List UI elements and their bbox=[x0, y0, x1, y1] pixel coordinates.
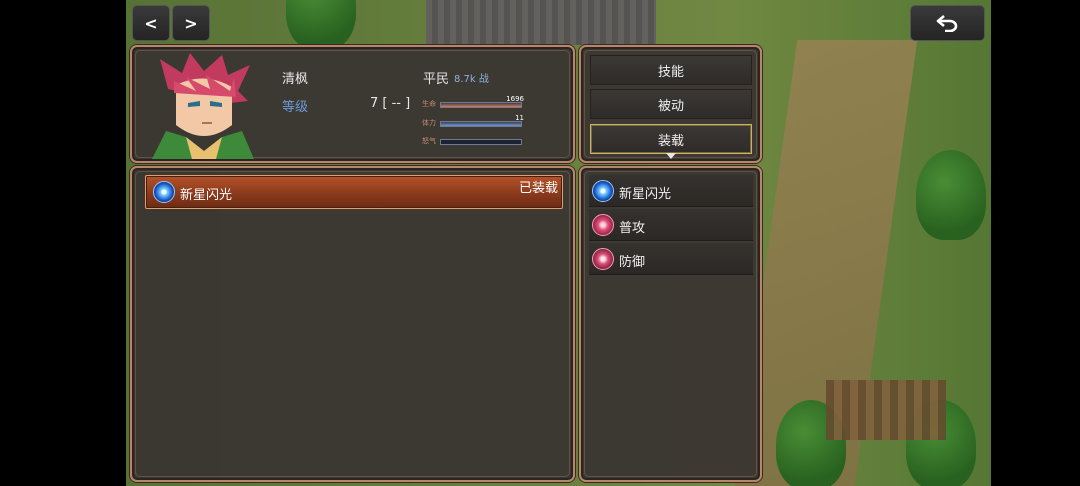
stat-label: 生命 bbox=[422, 100, 436, 108]
stamina-bar: 体力 11 bbox=[422, 114, 542, 131]
menu-panel: 技能 被动 装载 bbox=[579, 45, 762, 163]
tab-equip[interactable]: 装载 bbox=[590, 124, 752, 154]
skill-name: 普攻 bbox=[619, 221, 646, 236]
equipped-skill-row[interactable]: 新星闪光 已装载 bbox=[145, 175, 563, 209]
stat-value: 11 bbox=[515, 114, 524, 122]
equipped-skill-name: 新星闪光 bbox=[180, 188, 233, 203]
skill-list-panel: 新星闪光 普攻 防御 bbox=[579, 166, 762, 482]
nova-flash-icon bbox=[592, 180, 614, 202]
selected-caret-icon bbox=[666, 153, 676, 159]
stat-value: 1696 bbox=[506, 95, 524, 103]
equipped-status-badge: 已装载 bbox=[518, 181, 558, 196]
character-portrait bbox=[152, 53, 254, 159]
next-button[interactable]: > bbox=[172, 5, 210, 41]
equipped-list-panel: 新星闪光 已装载 bbox=[130, 166, 575, 482]
tab-passive[interactable]: 被动 bbox=[590, 89, 752, 119]
tab-skills[interactable]: 技能 bbox=[590, 55, 752, 85]
list-item[interactable]: 防御 bbox=[589, 243, 753, 275]
character-name: 清枫 bbox=[282, 72, 309, 87]
list-item[interactable]: 新星闪光 bbox=[589, 175, 753, 207]
prev-button[interactable]: < bbox=[132, 5, 170, 41]
back-button[interactable] bbox=[910, 5, 985, 41]
chevron-left-icon: < bbox=[144, 13, 158, 33]
basic-attack-icon bbox=[592, 214, 614, 236]
character-panel: 清枫 平民 8.7k 战 等级 7 [ -- ] 生命 1696 体力 11 怒… bbox=[130, 45, 575, 163]
rage-bar: 怒气 bbox=[422, 135, 542, 149]
defend-icon bbox=[592, 248, 614, 270]
stat-label: 体力 bbox=[422, 119, 436, 127]
hp-bar: 生命 1696 bbox=[422, 95, 542, 112]
combat-power: 8.7k 战 bbox=[454, 74, 489, 85]
character-title: 平民 bbox=[423, 72, 450, 87]
return-arrow-icon bbox=[936, 15, 957, 32]
level-label: 等级 bbox=[282, 100, 309, 115]
stamina-fill bbox=[441, 122, 521, 126]
hp-fill bbox=[441, 103, 521, 107]
level-value: 7 [ -- ] bbox=[370, 96, 411, 111]
stat-label: 怒气 bbox=[422, 137, 436, 145]
skill-name: 新星闪光 bbox=[619, 187, 672, 202]
skill-name: 防御 bbox=[619, 255, 646, 270]
list-item[interactable]: 普攻 bbox=[589, 209, 753, 241]
nova-flash-icon bbox=[153, 181, 175, 203]
chevron-right-icon: > bbox=[184, 13, 198, 33]
